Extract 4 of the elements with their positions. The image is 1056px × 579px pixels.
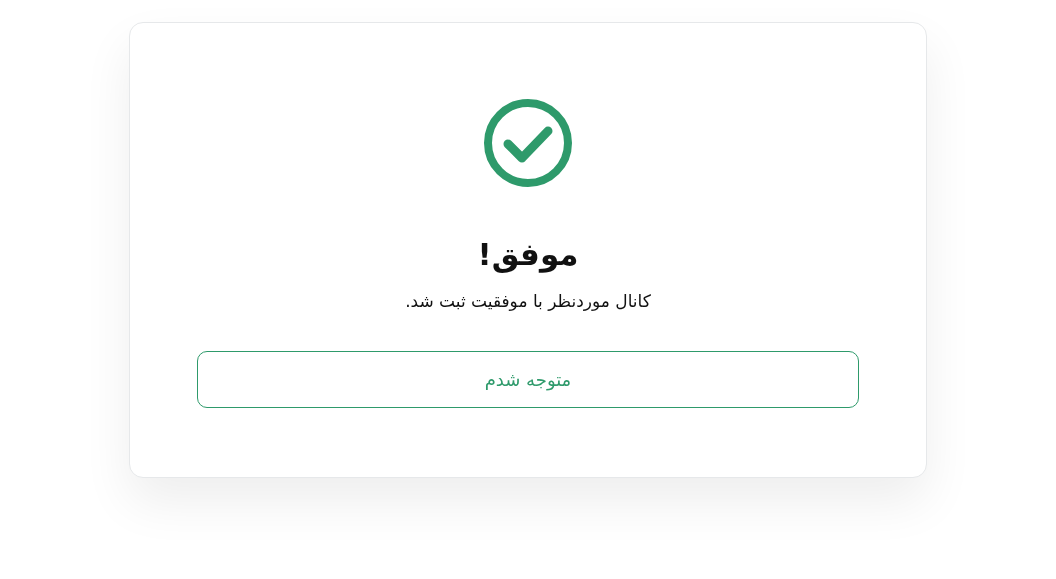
check-circle-icon bbox=[483, 98, 573, 188]
dialog-title: موفق! bbox=[477, 235, 579, 275]
dialog-message: کانال موردنظر با موفقیت ثبت شد. bbox=[405, 290, 651, 313]
confirm-button[interactable]: متوجه شدم bbox=[197, 351, 859, 408]
